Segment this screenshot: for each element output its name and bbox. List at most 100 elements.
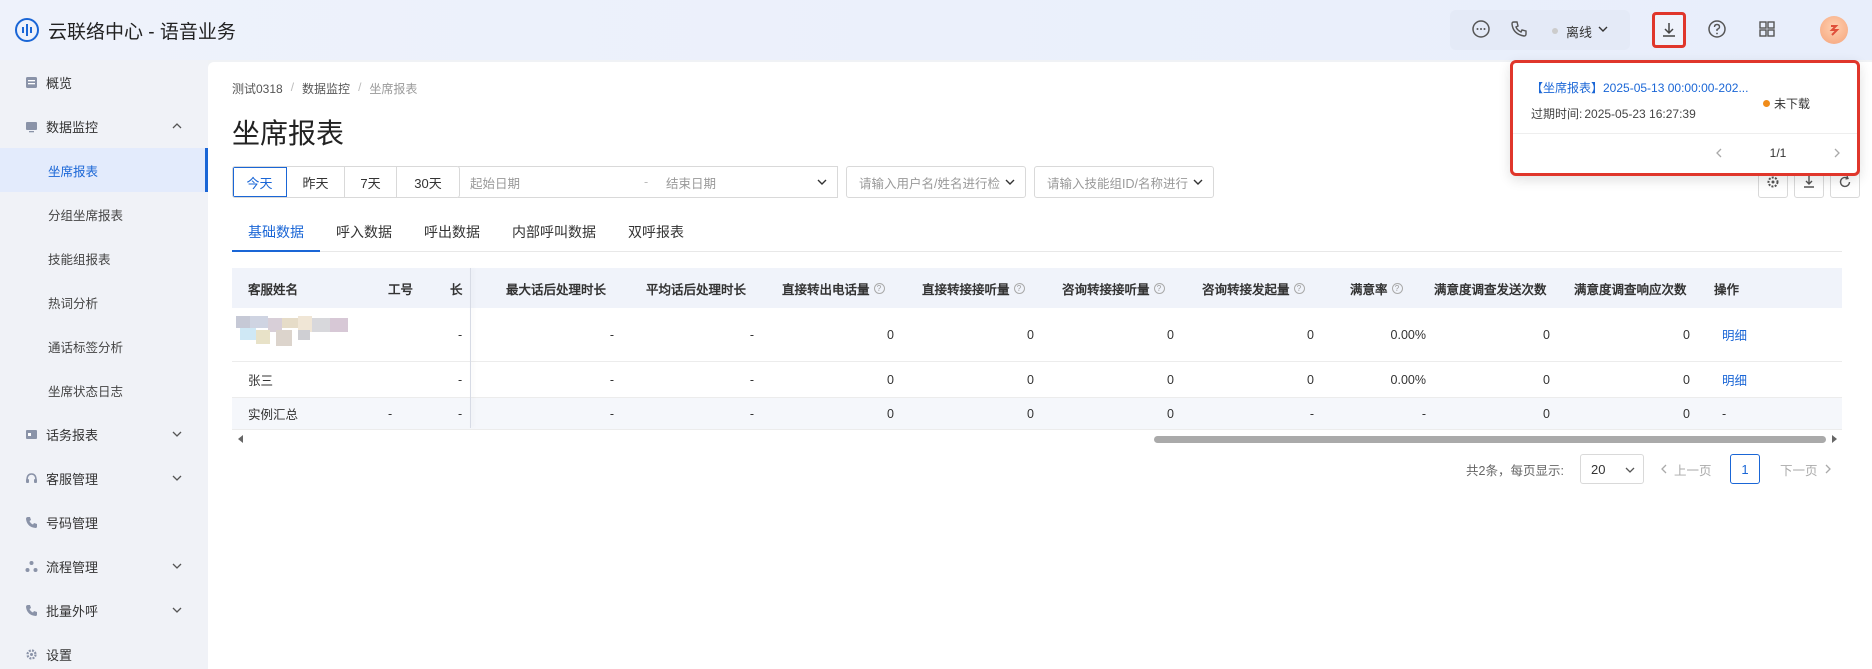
chevron-left-icon[interactable]	[1713, 147, 1725, 159]
horizontal-scrollbar[interactable]	[232, 434, 1842, 444]
chevron-down-icon	[1625, 467, 1635, 473]
breadcrumb-item[interactable]: 测试0318	[232, 80, 283, 97]
divider	[1513, 133, 1857, 134]
detail-link[interactable]: 明细	[1722, 325, 1747, 344]
scroll-right-icon[interactable]	[1832, 435, 1837, 443]
detail-link[interactable]: 明细	[1722, 370, 1747, 389]
cell-value: 0.00%	[1390, 327, 1426, 342]
date-range-picker[interactable]: 起始日期 - 结束日期	[458, 166, 838, 198]
skill-group-search-select[interactable]: 请输入技能组ID/名称进行	[1034, 166, 1214, 198]
chevron-down-icon	[172, 475, 182, 481]
cell-value: -	[749, 406, 754, 421]
page-number-button[interactable]: 1	[1730, 454, 1760, 484]
chevron-left-icon	[1661, 464, 1667, 474]
sidebar-item-call-tag-analysis[interactable]: 通话标签分析	[0, 324, 208, 368]
sidebar-item-overview[interactable]: 概览	[0, 60, 208, 104]
end-date-input[interactable]: 结束日期	[666, 173, 716, 192]
chevron-right-icon[interactable]	[1831, 147, 1843, 159]
chevron-down-icon	[1193, 179, 1203, 185]
cell-value: 0	[1027, 406, 1034, 421]
col-employee-id: 工号	[388, 282, 414, 297]
col-agent-name: 客服姓名	[248, 282, 299, 297]
phone-icon[interactable]	[1508, 18, 1530, 40]
agent-status[interactable]: 离线	[1566, 22, 1592, 41]
user-avatar[interactable]	[1820, 16, 1848, 44]
sidebar-item-traffic-report[interactable]: 话务报表	[0, 412, 208, 456]
tab-internal-call-data[interactable]: 内部呼叫数据	[512, 216, 596, 252]
headset-icon	[24, 471, 38, 485]
range-7days-button[interactable]: 7天	[345, 167, 397, 197]
sidebar-item-customer-service[interactable]: 客服管理	[0, 456, 208, 500]
download-task-title[interactable]: 【坐席报表】2025-05-13 00:00:00-202...	[1531, 79, 1761, 96]
help-icon: ?	[873, 282, 885, 294]
refresh-icon	[1839, 175, 1851, 188]
sidebar-item-agent-status-log[interactable]: 坐席状态日志	[0, 368, 208, 412]
range-30days-button[interactable]: 30天	[397, 167, 459, 197]
user-search-select[interactable]: 请输入用户名/姓名进行检	[846, 166, 1026, 198]
summary-row: 实例汇总 - - - - 0 0 0 - - 0 0 -	[232, 398, 1842, 430]
pagination-total: 共2条，每页显示:	[1466, 463, 1564, 478]
sidebar-item-settings[interactable]: 设置	[0, 632, 208, 669]
cell-value: 0	[1543, 327, 1550, 342]
app-title: 云联络中心 - 语音业务	[48, 22, 236, 43]
status-dot	[1552, 28, 1558, 34]
cell-value: -	[1421, 406, 1426, 421]
cell-value: 0	[1167, 372, 1174, 387]
sidebar-item-data-monitor[interactable]: 数据监控	[0, 104, 208, 148]
sidebar-item-batch-call[interactable]: 批量外呼	[0, 588, 208, 632]
sidebar-item-skill-group-report[interactable]: 技能组报表	[0, 236, 208, 280]
tab-inbound-data[interactable]: 呼入数据	[336, 216, 392, 252]
col-consult-transfer-answer: 咨询转接接听量?	[1062, 268, 1165, 308]
cell-value: -	[609, 372, 614, 387]
cell-value: -	[458, 406, 463, 421]
chevron-down-icon	[172, 563, 182, 569]
cell-value: 0	[1167, 327, 1174, 342]
next-page-button[interactable]: 下一页	[1780, 454, 1834, 484]
sidebar-item-number-management[interactable]: 号码管理	[0, 500, 208, 544]
scrollbar-thumb[interactable]	[1154, 436, 1826, 443]
help-icon[interactable]	[1706, 18, 1728, 40]
top-header: 云联络中心 - 语音业务 离线	[0, 0, 1872, 60]
cell-value: -	[1309, 406, 1314, 421]
tab-dual-call-report[interactable]: 双呼报表	[628, 216, 684, 252]
scroll-left-icon[interactable]	[238, 435, 243, 443]
table-row: - - - 0 0 0 0 0.00% 0 0 明细	[232, 308, 1842, 362]
range-today-button[interactable]: 今天	[233, 167, 287, 197]
cell-value: -	[749, 327, 754, 342]
help-icon: ?	[1013, 282, 1025, 294]
sidebar-item-hotword-analysis[interactable]: 热词分析	[0, 280, 208, 324]
sidebar-item-group-agent-report[interactable]: 分组坐席报表	[0, 192, 208, 236]
download-button[interactable]	[1652, 12, 1686, 48]
prev-page-button[interactable]: 上一页	[1658, 454, 1712, 484]
sidebar: 概览 数据监控 坐席报表 分组坐席报表 技能组报表 热词分析 通话标签分析 坐席…	[0, 60, 208, 669]
download-status-badge: 未下载	[1763, 95, 1810, 112]
page-size-select[interactable]: 20	[1580, 454, 1644, 484]
popover-page-indicator: 1/1	[1769, 146, 1787, 160]
cell-value: 0	[1683, 327, 1690, 342]
col-avg-acw: 平均话后处理时长	[646, 282, 747, 297]
download-icon	[1663, 23, 1675, 37]
chevron-down-icon[interactable]	[1596, 22, 1610, 36]
chat-icon[interactable]	[1470, 18, 1492, 40]
cell-value: 0	[1683, 372, 1690, 387]
tab-outbound-data[interactable]: 呼出数据	[424, 216, 480, 252]
col-satisfaction-rate: 满意率?	[1350, 268, 1403, 308]
cell-value: -	[609, 406, 614, 421]
chevron-down-icon	[817, 179, 827, 185]
cell-value: -	[749, 372, 754, 387]
col-survey-response: 满意度调查响应次数	[1574, 282, 1687, 297]
cell-value: 0	[887, 372, 894, 387]
breadcrumb-item[interactable]: 数据监控	[302, 80, 350, 97]
start-date-input[interactable]: 起始日期	[470, 173, 520, 192]
cell-value: -	[458, 372, 463, 387]
range-yesterday-button[interactable]: 昨天	[287, 167, 345, 197]
sidebar-item-agent-report[interactable]: 坐席报表	[0, 148, 208, 192]
col-duration-partial: 长	[450, 282, 463, 297]
col-direct-transfer-answer: 直接转接接听量?	[922, 268, 1025, 308]
settings-icon	[24, 647, 38, 661]
sidebar-item-flow-management[interactable]: 流程管理	[0, 544, 208, 588]
breadcrumb: 测试0318 / 数据监控 / 坐席报表	[232, 80, 418, 97]
download-expire-time: 过期时间: 2025-05-23 16:27:39	[1531, 107, 1696, 121]
apps-grid-icon[interactable]	[1756, 18, 1778, 40]
tab-basic-data[interactable]: 基础数据	[232, 216, 320, 252]
